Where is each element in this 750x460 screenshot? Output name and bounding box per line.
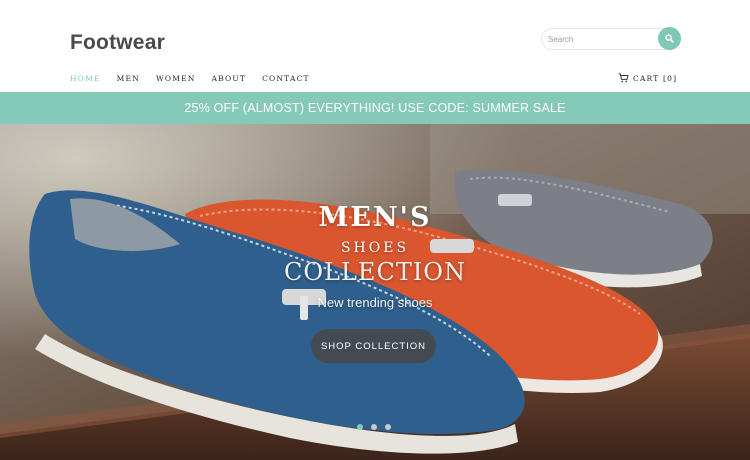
promo-text: 25% OFF (ALMOST) EVERYTHING! USE CODE: S… xyxy=(184,101,566,115)
cart-label: CART [0] xyxy=(633,73,678,83)
slider-dot-3[interactable] xyxy=(385,424,391,430)
cart-link[interactable]: CART [0] xyxy=(618,73,677,83)
search-icon xyxy=(665,34,674,43)
slider-dot-1[interactable] xyxy=(357,424,363,430)
search-button[interactable] xyxy=(658,27,681,50)
shop-collection-label: SHOP COLLECTION xyxy=(320,340,427,352)
hero-title-line3: COLLECTION xyxy=(284,258,466,286)
nav-item-women[interactable]: WOMEN xyxy=(156,74,196,86)
slider-dots xyxy=(357,424,399,430)
promo-banner: 25% OFF (ALMOST) EVERYTHING! USE CODE: S… xyxy=(0,92,750,124)
hero-subtitle: New trending shoes xyxy=(317,295,433,310)
site-header: Footwear HOME MEN WOMEN ABOUT CONTACT CA… xyxy=(0,0,750,92)
hero-title-line2: SHOES xyxy=(340,240,410,256)
site-logo[interactable]: Footwear xyxy=(70,31,165,55)
hero-shoes-image xyxy=(0,124,750,460)
main-nav: HOME MEN WOMEN ABOUT CONTACT xyxy=(70,74,326,86)
slider-dot-2[interactable] xyxy=(371,424,377,430)
nav-item-about[interactable]: ABOUT xyxy=(212,74,247,86)
nav-item-contact[interactable]: CONTACT xyxy=(262,74,310,86)
nav-item-home[interactable]: HOME xyxy=(70,74,101,86)
shop-collection-button[interactable]: SHOP COLLECTION xyxy=(311,329,436,363)
hero-title-line1: MEN'S xyxy=(318,202,432,233)
nav-item-men[interactable]: MEN xyxy=(117,74,140,86)
hero-slider: MEN'S SHOES COLLECTION New trending shoe… xyxy=(0,124,750,460)
cart-icon xyxy=(618,73,629,83)
search-input[interactable] xyxy=(548,32,656,47)
